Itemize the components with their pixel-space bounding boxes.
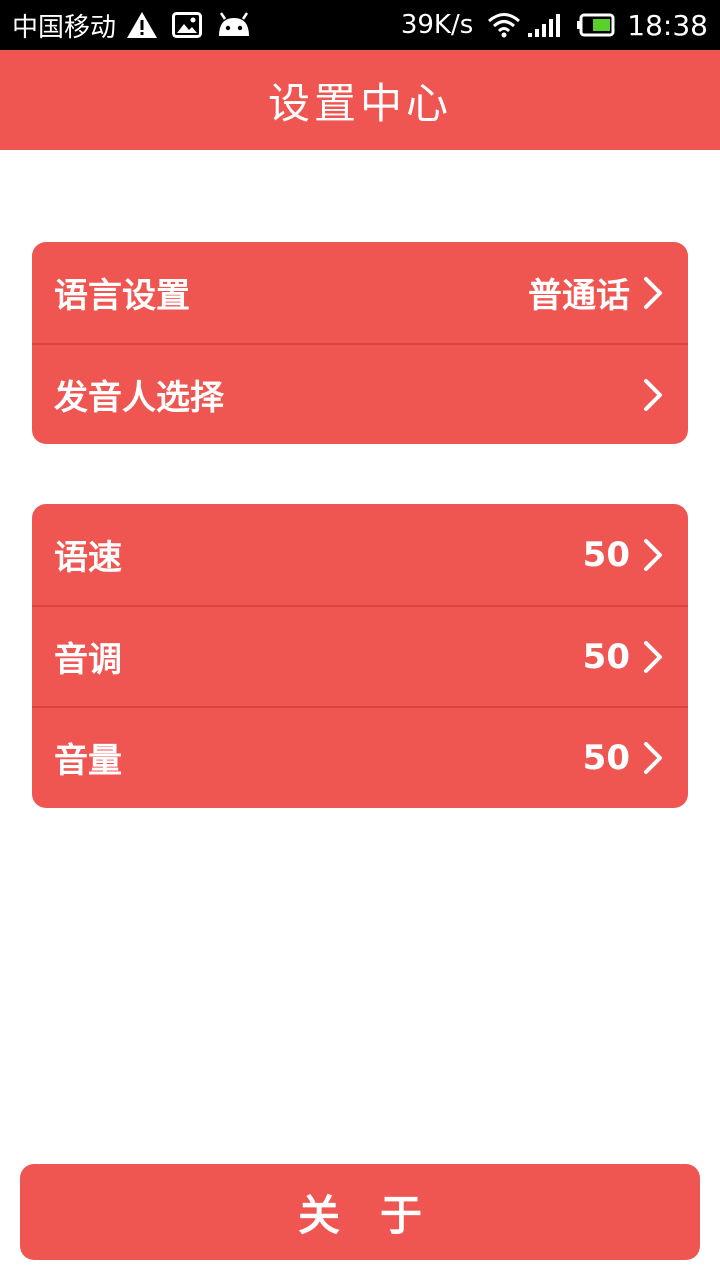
language-settings-group: 语言设置 普通话 发音人选择 bbox=[32, 242, 688, 444]
app-header: 设置中心 bbox=[0, 50, 720, 150]
pitch-row[interactable]: 音调 50 bbox=[32, 605, 688, 706]
wifi-icon bbox=[487, 12, 521, 38]
row-label: 发音人选择 bbox=[54, 378, 224, 418]
battery-icon bbox=[577, 13, 615, 37]
image-icon bbox=[172, 12, 203, 38]
volume-row[interactable]: 音量 50 bbox=[32, 706, 688, 807]
chevron-right-icon bbox=[642, 640, 664, 674]
page-title: 设置中心 bbox=[267, 78, 452, 128]
row-label: 音调 bbox=[54, 640, 122, 680]
language-setting-row[interactable]: 语言设置 普通话 bbox=[32, 242, 688, 343]
android-icon bbox=[216, 12, 252, 38]
status-bar-left: 中国移动 bbox=[12, 0, 266, 50]
about-button[interactable]: 关于 bbox=[20, 1164, 700, 1260]
row-value: 50 bbox=[582, 534, 630, 575]
row-value: 普通话 bbox=[528, 276, 630, 316]
clock: 18:38 bbox=[627, 8, 708, 42]
chevron-right-icon bbox=[642, 538, 664, 572]
voice-params-group: 语速 50 音调 50 音量 50 bbox=[32, 504, 688, 808]
chevron-right-icon bbox=[642, 276, 664, 310]
row-label: 音量 bbox=[54, 741, 122, 781]
chevron-right-icon bbox=[642, 741, 664, 775]
status-bar-right: 39K/s 18:38 bbox=[401, 0, 708, 50]
warning-icon bbox=[126, 11, 158, 39]
signal-icon bbox=[527, 12, 563, 38]
speed-row[interactable]: 语速 50 bbox=[32, 504, 688, 605]
row-label: 语速 bbox=[54, 538, 122, 578]
status-bar: 中国移动 39K/s 18:38 bbox=[0, 0, 720, 50]
net-speed: 39K/s bbox=[400, 10, 474, 40]
row-value: 50 bbox=[582, 737, 630, 778]
carrier-label: 中国移动 bbox=[12, 12, 117, 43]
row-value: 50 bbox=[582, 636, 630, 677]
speaker-select-row[interactable]: 发音人选择 bbox=[32, 343, 688, 444]
row-label: 语言设置 bbox=[54, 276, 190, 316]
chevron-right-icon bbox=[642, 378, 664, 412]
